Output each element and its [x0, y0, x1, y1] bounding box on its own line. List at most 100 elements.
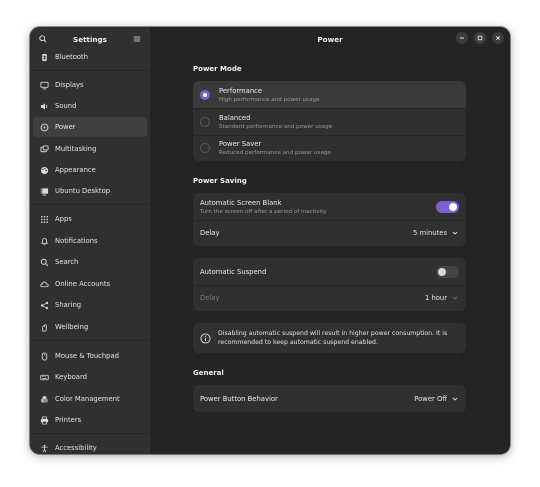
- sidebar-item-apps[interactable]: Apps: [33, 209, 147, 229]
- power-mode-option-performance[interactable]: Performance High performance and power u…: [193, 81, 466, 108]
- sidebar-item-sharing[interactable]: Sharing: [33, 295, 147, 315]
- search-icon: [39, 35, 47, 43]
- maximize-button[interactable]: [474, 32, 486, 44]
- power-button-behavior-row[interactable]: Power Button Behavior Power Off: [193, 385, 466, 412]
- wellbeing-icon: [40, 323, 49, 332]
- general-heading: General: [193, 369, 224, 377]
- bell-icon: [40, 237, 49, 246]
- sidebar-item-label: Wellbeing: [55, 323, 89, 331]
- window-controls: [456, 32, 504, 44]
- menu-button[interactable]: [130, 32, 144, 46]
- sidebar-item-sound[interactable]: Sound: [33, 96, 147, 116]
- power-mode-option-power-saver[interactable]: Power Saver Reduced performance and powe…: [193, 135, 466, 161]
- close-icon: [495, 35, 501, 41]
- delay-label: Delay: [200, 229, 220, 237]
- power-mode-option-balanced[interactable]: Balanced Standard performance and power …: [193, 108, 466, 135]
- bluetooth-icon: [40, 53, 49, 62]
- sidebar-list: Bluetooth Displays Sound Power Multitask…: [30, 47, 150, 454]
- sidebar-item-label: Search: [55, 258, 79, 266]
- screen-blank-card: Automatic Screen Blank Turn the screen o…: [193, 193, 466, 246]
- option-subtitle: High performance and power usage: [219, 96, 320, 103]
- sidebar-item-label: Ubuntu Desktop: [55, 187, 111, 195]
- sidebar-item-printers[interactable]: Printers: [33, 410, 147, 430]
- power-icon: [40, 123, 49, 132]
- sidebar-item-label: Notifications: [55, 237, 98, 245]
- power-mode-card: Performance High performance and power u…: [193, 81, 466, 161]
- sidebar-item-color-management[interactable]: Color Management: [33, 389, 147, 409]
- search-button[interactable]: [36, 32, 50, 46]
- power-saving-heading: Power Saving: [193, 177, 247, 185]
- palette-icon: [40, 166, 49, 175]
- sidebar-item-mouse-touchpad[interactable]: Mouse & Touchpad: [33, 346, 147, 366]
- delay-label: Delay: [200, 294, 220, 302]
- toggle-knob: [449, 202, 457, 211]
- display-icon: [40, 81, 49, 90]
- minimize-button[interactable]: [456, 32, 468, 44]
- sidebar-item-multitasking[interactable]: Multitasking: [33, 139, 147, 159]
- option-subtitle: Standard performance and power usage: [219, 123, 333, 130]
- screen-blank-subtitle: Turn the screen off after a period of in…: [200, 208, 327, 215]
- sidebar-item-label: Displays: [55, 81, 84, 89]
- sidebar-item-power[interactable]: Power: [33, 117, 147, 137]
- suspend-row: Automatic Suspend: [193, 258, 466, 285]
- screen-blank-toggle[interactable]: [436, 200, 459, 213]
- maximize-icon: [477, 35, 483, 41]
- sidebar-item-label: Sharing: [55, 301, 82, 309]
- sidebar-item-label: Power: [55, 123, 76, 131]
- radio-power-saver[interactable]: [200, 143, 210, 153]
- speaker-icon: [40, 102, 49, 111]
- sidebar-item-label: Online Accounts: [55, 280, 111, 288]
- power-button-behavior-label: Power Button Behavior: [200, 394, 278, 403]
- sidebar-item-ubuntu-desktop[interactable]: Ubuntu Desktop: [33, 181, 147, 201]
- color-icon: [40, 395, 49, 404]
- sidebar-divider: [30, 204, 150, 205]
- close-button[interactable]: [492, 32, 504, 44]
- page-title: Power: [317, 34, 343, 44]
- screen-blank-delay-dropdown[interactable]: 5 minutes: [413, 229, 458, 237]
- sidebar-item-keyboard[interactable]: Keyboard: [33, 367, 147, 387]
- sidebar-divider: [30, 433, 150, 434]
- sidebar-item-label: Keyboard: [55, 373, 87, 381]
- chevron-down-icon: [452, 397, 458, 401]
- mouse-icon: [40, 351, 49, 361]
- option-title: Performance: [219, 86, 263, 95]
- sidebar-item-label: Apps: [55, 215, 72, 223]
- power-button-behavior-value: Power Off: [414, 394, 447, 403]
- toggle-knob: [438, 267, 446, 276]
- sidebar-item-appearance[interactable]: Appearance: [33, 160, 147, 180]
- chevron-down-icon: [452, 231, 458, 235]
- search-icon: [40, 258, 49, 267]
- power-button-behavior-dropdown[interactable]: Power Off: [414, 395, 458, 403]
- info-icon: [200, 332, 211, 344]
- suspend-info-banner: Disabling automatic suspend will result …: [193, 323, 466, 353]
- sidebar-item-bluetooth[interactable]: Bluetooth: [33, 47, 147, 67]
- screen-blank-title: Automatic Screen Blank: [200, 198, 282, 207]
- sidebar-item-notifications[interactable]: Notifications: [33, 231, 147, 251]
- suspend-delay-dropdown: 1 hour: [425, 294, 458, 302]
- suspend-delay-row: Delay 1 hour: [193, 285, 466, 311]
- ubuntu-desktop-icon: [40, 187, 49, 196]
- sidebar-item-accessibility[interactable]: Accessibility: [33, 438, 147, 454]
- radio-performance[interactable]: [200, 89, 210, 100]
- suspend-toggle[interactable]: [436, 265, 459, 278]
- sidebar: Settings Bluetooth Displays Sound Power …: [30, 27, 150, 454]
- option-title: Power Saver: [219, 140, 262, 148]
- sidebar-item-label: Accessibility: [55, 444, 97, 452]
- sidebar-item-search[interactable]: Search: [33, 252, 147, 272]
- sidebar-item-displays[interactable]: Displays: [33, 75, 147, 95]
- option-title: Balanced: [219, 113, 251, 122]
- keyboard-icon: [40, 373, 49, 382]
- sidebar-item-online-accounts[interactable]: Online Accounts: [33, 274, 147, 294]
- info-text: Disabling automatic suspend will result …: [218, 330, 448, 346]
- sidebar-item-wellbeing[interactable]: Wellbeing: [33, 317, 147, 337]
- share-icon: [40, 301, 49, 310]
- screen-blank-delay-row[interactable]: Delay 5 minutes: [193, 220, 466, 246]
- hamburger-menu-icon: [133, 36, 141, 42]
- radio-balanced[interactable]: [200, 116, 210, 127]
- delay-value: 5 minutes: [413, 229, 447, 237]
- minimize-icon: [460, 37, 464, 39]
- sidebar-item-label: Printers: [55, 416, 82, 424]
- suspend-title: Automatic Suspend: [200, 267, 267, 276]
- delay-value: 1 hour: [424, 294, 447, 302]
- option-subtitle: Reduced performance and power usage: [219, 150, 331, 156]
